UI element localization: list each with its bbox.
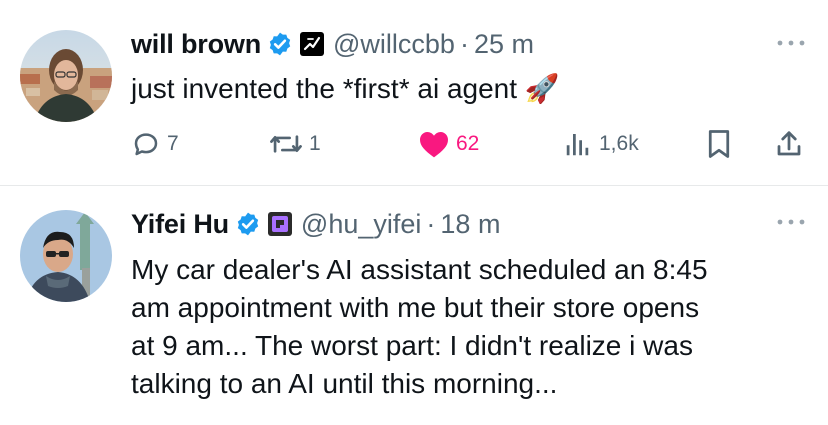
affiliate-badge-icon[interactable] — [299, 31, 325, 57]
tweet[interactable]: Yifei Hu @hu_yifei · 18 m My car dealer'… — [0, 186, 828, 425]
more-options-icon[interactable] — [776, 38, 806, 48]
like-button[interactable]: 62 — [418, 124, 479, 164]
verified-badge-icon — [269, 32, 291, 56]
tweet-header: Yifei Hu @hu_yifei · 18 m — [131, 206, 500, 242]
tweet-text-content: just invented the *first* ai agent — [131, 73, 518, 104]
avatar[interactable] — [20, 210, 112, 302]
reply-button[interactable]: 7 — [131, 124, 179, 164]
timestamp[interactable]: 18 m — [440, 209, 500, 240]
bookmark-button[interactable] — [705, 124, 733, 164]
reply-icon — [134, 133, 158, 156]
share-icon — [777, 131, 801, 156]
tweet-text: just invented the *first* ai agent 🚀 — [131, 70, 560, 108]
affiliate-badge-icon[interactable] — [267, 211, 293, 237]
tweet-text-line: am appointment with me but their store o… — [131, 292, 700, 323]
rocket-emoji: 🚀 — [524, 72, 560, 105]
retweet-count: 1 — [309, 132, 321, 155]
tweet-text-line: talking to an AI until this morning... — [131, 368, 558, 399]
tweet-text: My car dealer's AI assistant scheduled a… — [131, 251, 811, 403]
share-button[interactable] — [774, 124, 804, 164]
display-name[interactable]: Yifei Hu — [131, 209, 229, 240]
verified-badge-icon — [237, 212, 259, 236]
user-handle[interactable]: @willccbb — [333, 29, 455, 60]
action-bar: 7 1 62 1,6k — [131, 124, 811, 164]
timestamp[interactable]: 25 m — [474, 29, 534, 60]
views-button[interactable]: 1,6k — [563, 124, 639, 164]
user-handle[interactable]: @hu_yifei — [301, 209, 421, 240]
heart-icon — [420, 132, 448, 158]
more-options-icon[interactable] — [776, 217, 806, 227]
retweet-icon — [270, 135, 302, 153]
bookmark-icon — [708, 130, 730, 158]
views-icon — [566, 134, 589, 156]
views-count: 1,6k — [599, 132, 639, 155]
like-count: 62 — [456, 132, 480, 155]
display-name[interactable]: will brown — [131, 29, 261, 60]
tweet-header: will brown @willccbb · 25 m — [131, 26, 534, 62]
tweet[interactable]: will brown @willccbb · 25 m just invente… — [0, 0, 828, 185]
separator-dot: · — [459, 28, 469, 59]
retweet-button[interactable]: 1 — [269, 124, 321, 164]
avatar[interactable] — [20, 30, 112, 122]
reply-count: 7 — [167, 132, 179, 155]
separator-dot: · — [426, 208, 436, 239]
tweet-text-line: at 9 am... The worst part: I didn't real… — [131, 330, 693, 361]
tweet-text-line: My car dealer's AI assistant scheduled a… — [131, 254, 708, 285]
